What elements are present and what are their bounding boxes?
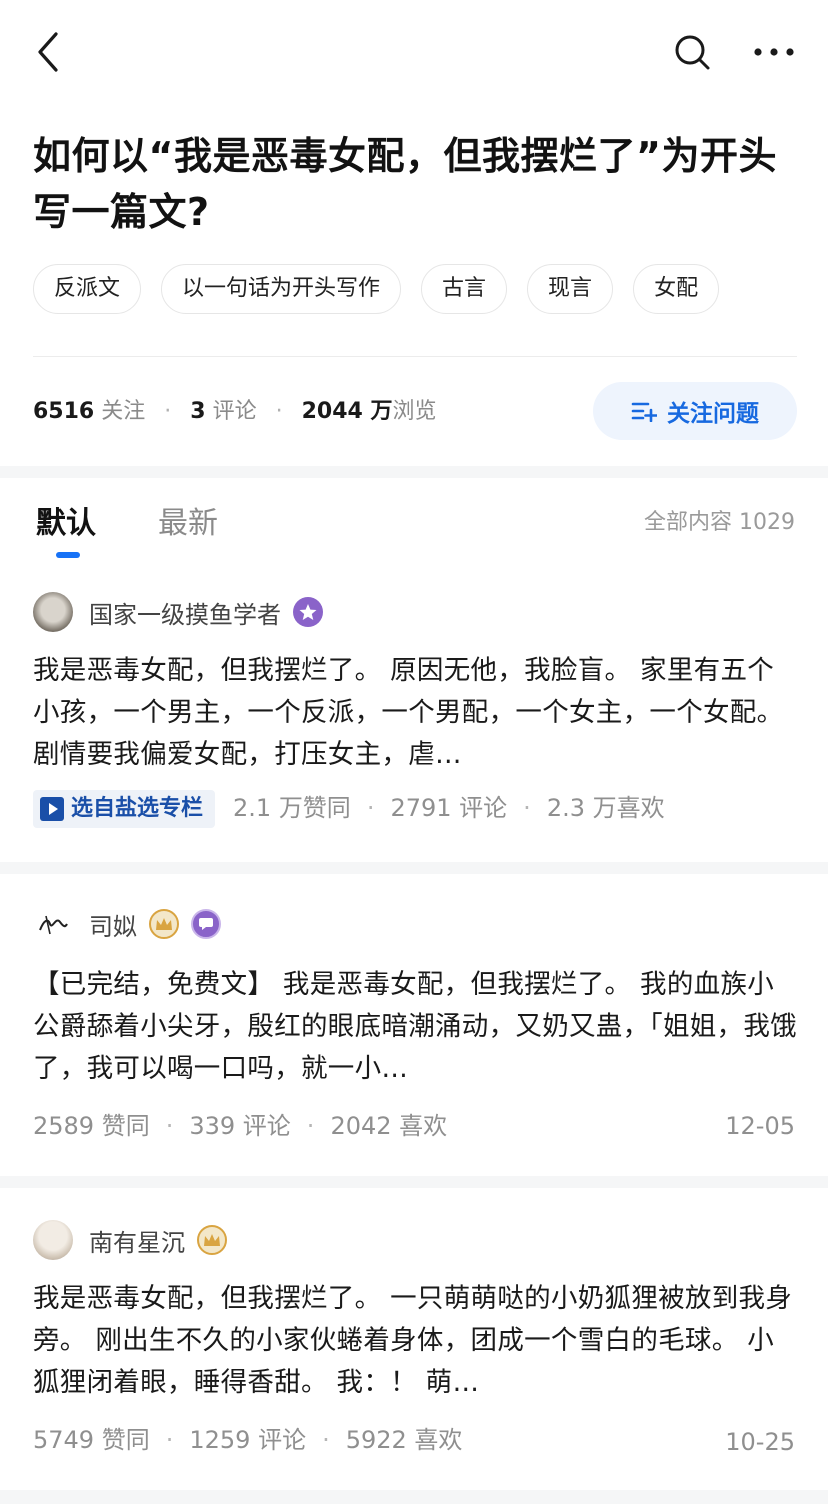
- favorites-count: 2042 喜欢: [330, 1112, 448, 1140]
- divider: [33, 356, 797, 357]
- answer-author-row: 国家一级摸鱼学者: [33, 590, 323, 634]
- views-label: 浏览: [392, 399, 437, 424]
- answer-date: 10-25: [725, 1428, 795, 1456]
- question-stats: 6516 关注 · 3 评论 · 2044 万浏览: [33, 390, 436, 434]
- answer-excerpt[interactable]: 我是恶毒女配，但我摆烂了。 一只萌萌哒的小奶狐狸被放到我身旁。 刚出生不久的小家…: [33, 1278, 797, 1404]
- favorites-count: 2.3 万喜欢: [546, 794, 665, 822]
- section-divider: [0, 1176, 828, 1188]
- answer-author-row: 南有星沉: [33, 1218, 227, 1262]
- answer-card: 国家一级摸鱼学者 我是恶毒女配，但我摆烂了。 原因无他，我脸盲。 家里有五个小孩…: [0, 586, 828, 856]
- tab-latest[interactable]: 最新: [158, 498, 218, 542]
- section-divider: [0, 1490, 828, 1504]
- answer-card: 南有星沉 我是恶毒女配，但我摆烂了。 一只萌萌哒的小奶狐狸被放到我身旁。 刚出生…: [0, 1214, 828, 1484]
- comments-count[interactable]: 2791 评论: [390, 794, 507, 822]
- follow-question-label: 关注问题: [667, 401, 759, 427]
- likes-count: 5749 赞同: [33, 1426, 150, 1454]
- followers-label: 关注: [101, 399, 146, 424]
- tab-active-indicator: [56, 552, 80, 558]
- answer-meta: 2589 赞同 · 339 评论 · 2042 喜欢: [33, 1106, 797, 1146]
- followers-count: 6516: [33, 399, 95, 424]
- separator: ·: [523, 794, 531, 822]
- top-bar: [0, 0, 828, 100]
- separator: ·: [306, 1112, 315, 1140]
- chat-badge-icon: [191, 909, 221, 939]
- column-tag[interactable]: 选自盐选专栏: [33, 790, 216, 828]
- answer-meta: 5749 赞同 · 1259 评论 · 5922 喜欢: [33, 1420, 797, 1460]
- answer-card: 司姒 【已完结，免费文】 我是恶毒女配，但我摆烂了。 我的血族小公爵舔着小尖牙，…: [0, 900, 828, 1170]
- favorites-count: 5922 喜欢: [345, 1426, 463, 1454]
- answer-meta: 选自盐选专栏 2.1 万赞同 · 2791 评论 · 2.3 万喜欢: [33, 788, 797, 828]
- question-title: 如何以“我是恶毒女配，但我摆烂了”为开头写一篇文?: [33, 134, 777, 234]
- more-button[interactable]: [748, 30, 800, 74]
- follow-list-icon: [631, 402, 657, 422]
- more-dots-icon: [754, 48, 794, 56]
- comments-count[interactable]: 1259 评论: [189, 1426, 306, 1454]
- answer-excerpt[interactable]: 我是恶毒女配，但我摆烂了。 原因无他，我脸盲。 家里有五个小孩，一个男主，一个反…: [33, 650, 797, 776]
- views-count: 2044 万: [301, 399, 393, 424]
- topic-tag[interactable]: 现言: [527, 264, 614, 314]
- section-divider: [0, 466, 828, 478]
- tab-default[interactable]: 默认: [36, 498, 96, 542]
- author-name[interactable]: 司姒: [89, 907, 137, 942]
- comments-count[interactable]: 339 评论: [189, 1112, 290, 1140]
- author-name[interactable]: 南有星沉: [89, 1223, 185, 1258]
- follow-question-button[interactable]: 关注问题: [593, 382, 797, 440]
- topic-tag[interactable]: 反派文: [33, 264, 142, 314]
- topic-tag[interactable]: 女配: [633, 264, 720, 314]
- comments-count: 3: [190, 399, 206, 424]
- column-tag-label: 选自盐选专栏: [71, 796, 204, 821]
- answer-author-row: 司姒: [33, 902, 221, 946]
- star-badge-icon: [293, 597, 323, 627]
- separator: ·: [165, 1426, 174, 1454]
- play-icon: [40, 797, 64, 821]
- topic-tag[interactable]: 以一句话为开头写作: [161, 264, 402, 314]
- likes-count: 2589 赞同: [33, 1112, 150, 1140]
- avatar[interactable]: [33, 904, 73, 944]
- separator: ·: [322, 1426, 330, 1454]
- topic-tags: 反派文 以一句话为开头写作 古言 现言 女配: [33, 264, 720, 314]
- separator: ·: [366, 794, 375, 822]
- avatar[interactable]: [33, 592, 73, 632]
- likes-count: 2.1 万赞同: [233, 794, 351, 822]
- crown-badge-icon: [197, 1225, 227, 1255]
- chevron-left-icon: [38, 32, 58, 72]
- avatar[interactable]: [33, 1220, 73, 1260]
- separator: ·: [275, 399, 283, 424]
- crown-badge-icon: [149, 909, 179, 939]
- author-name[interactable]: 国家一级摸鱼学者: [89, 595, 281, 630]
- answer-excerpt[interactable]: 【已完结，免费文】 我是恶毒女配，但我摆烂了。 我的血族小公爵舔着小尖牙，殷红的…: [33, 964, 797, 1090]
- total-content-count: 全部内容 1029: [644, 510, 795, 535]
- separator: ·: [165, 1112, 174, 1140]
- section-divider: [0, 862, 828, 874]
- separator: ·: [164, 399, 172, 424]
- answer-date: 12-05: [725, 1112, 795, 1140]
- topic-tag[interactable]: 古言: [421, 264, 508, 314]
- back-button[interactable]: [30, 28, 70, 76]
- search-button[interactable]: [670, 30, 714, 74]
- comments-label[interactable]: 评论: [213, 399, 257, 424]
- search-icon: [675, 35, 710, 70]
